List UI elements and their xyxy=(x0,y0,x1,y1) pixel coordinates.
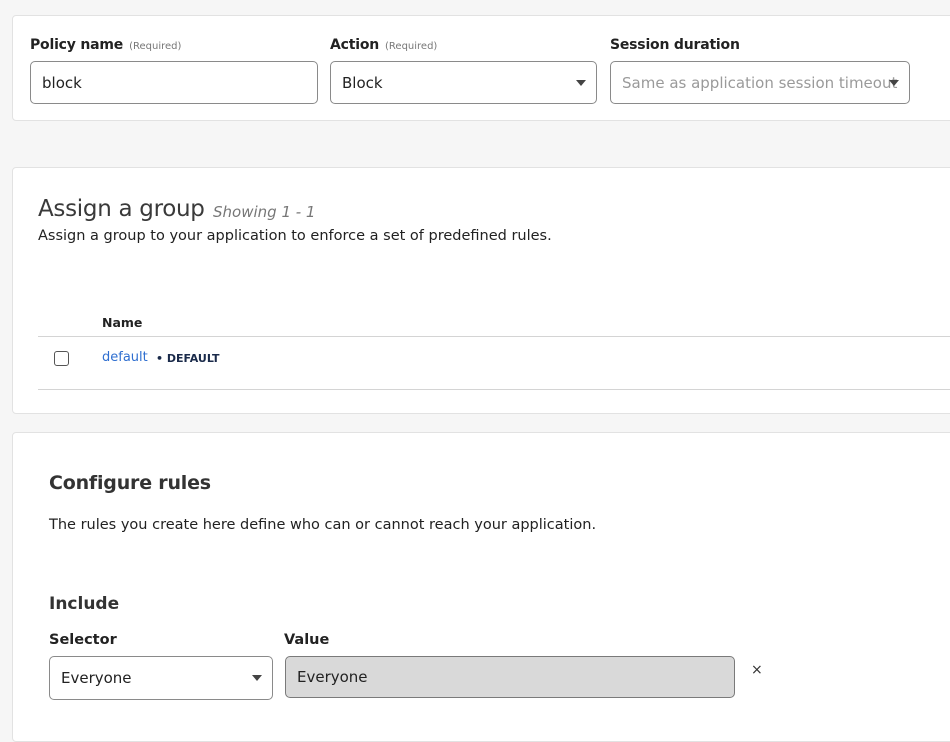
include-title: Include xyxy=(49,594,120,614)
selector-label: Selector xyxy=(49,632,117,648)
group-name-link[interactable]: default xyxy=(102,350,148,365)
value-field-text: Everyone xyxy=(297,668,368,686)
selector-value: Everyone xyxy=(61,669,132,687)
configure-rules-title: Configure rules xyxy=(49,472,211,494)
default-tag: • DEFAULT xyxy=(156,352,220,365)
session-duration-select[interactable]: Same as application session timeout xyxy=(610,61,910,104)
action-required-hint: (Required) xyxy=(385,41,438,52)
caret-down-icon xyxy=(252,675,262,681)
action-select[interactable]: Block xyxy=(330,61,597,104)
policy-name-value: block xyxy=(42,73,82,92)
table-header-divider xyxy=(38,336,950,337)
table-header-name: Name xyxy=(102,315,143,330)
row-checkbox[interactable] xyxy=(54,351,69,366)
session-duration-value: Same as application session timeout xyxy=(622,73,898,92)
policy-settings-card: Policy name (Required) block Action (Requi… xyxy=(12,15,950,121)
configure-rules-description: The rules you create here define who can… xyxy=(49,517,597,533)
action-select-value: Block xyxy=(342,73,383,92)
close-icon[interactable]: × xyxy=(751,662,763,678)
action-label-text: Action xyxy=(330,37,380,53)
session-duration-label-text: Session duration xyxy=(610,37,740,53)
selector-select[interactable]: Everyone xyxy=(49,656,273,700)
caret-down-icon xyxy=(889,79,899,86)
assign-group-description: Assign a group to your application to en… xyxy=(38,228,552,244)
policy-name-label: Policy name (Required) xyxy=(30,37,181,53)
assign-group-card: Assign a group Showing 1 - 1 Assign a gr… xyxy=(12,167,950,414)
session-duration-label: Session duration xyxy=(610,37,740,53)
policy-name-required-hint: (Required) xyxy=(129,41,182,52)
action-label: Action (Required) xyxy=(330,37,437,53)
configure-rules-card: Configure rules The rules you create her… xyxy=(12,432,950,742)
caret-down-icon xyxy=(576,79,586,86)
value-field: Everyone xyxy=(285,656,735,698)
policy-name-label-text: Policy name xyxy=(30,37,124,53)
table-bottom-divider xyxy=(38,389,950,390)
assign-group-showing-count: Showing 1 - 1 xyxy=(213,203,316,221)
policy-name-input[interactable]: block xyxy=(30,61,318,104)
assign-group-title: Assign a group xyxy=(38,196,205,222)
value-label: Value xyxy=(284,632,330,648)
